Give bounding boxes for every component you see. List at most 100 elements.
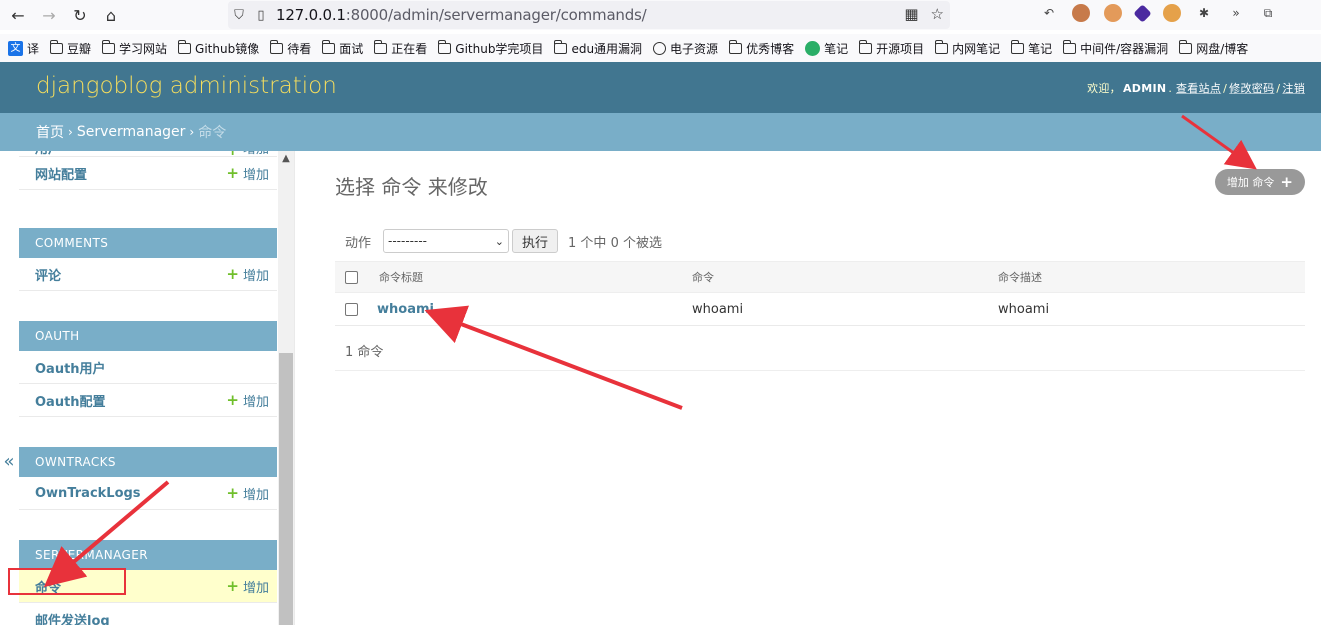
module-caption[interactable]: OAUTH xyxy=(19,321,277,351)
describe-cell: whoami xyxy=(998,301,1050,317)
chevron-down-icon: ⌄ xyxy=(494,234,505,248)
bookmark-item[interactable]: 面试 xyxy=(322,39,363,57)
module-caption[interactable]: COMMENTS xyxy=(19,228,277,258)
toggle-sidebar-icon[interactable]: « xyxy=(0,451,18,472)
bookmark-item[interactable]: Github学完项目 xyxy=(438,39,543,57)
bookmark-item[interactable]: 电子资源 xyxy=(653,40,718,57)
scroll-up-icon[interactable]: ▲ xyxy=(278,151,294,167)
add-link[interactable]: +增加 xyxy=(226,151,269,156)
extension-icon[interactable] xyxy=(1133,3,1152,23)
module-caption[interactable]: SERVERMANAGER xyxy=(19,540,277,570)
back-arrow-icon[interactable]: ← xyxy=(5,2,31,28)
breadcrumb: 首页 › Servermanager › 命令 xyxy=(0,113,1321,151)
module-oauth: OAUTH Oauth用户 Oauth配置 + 增加 xyxy=(19,321,277,417)
column-header-describe[interactable]: 命令描述 xyxy=(998,269,1298,285)
command-cell: whoami xyxy=(692,301,744,317)
breadcrumb-app[interactable]: Servermanager xyxy=(77,124,186,140)
view-site-link[interactable]: 查看站点 xyxy=(1176,82,1221,95)
run-action-button[interactable]: 执行 xyxy=(512,229,559,253)
url-bar[interactable]: ⛉ ▯ 127.0.0.1:8000/admin/servermanager/c… xyxy=(228,1,950,29)
extension-icon[interactable] xyxy=(1104,4,1122,22)
bookmark-item[interactable]: 笔记 xyxy=(805,40,848,57)
bookmark-item[interactable]: Github镜像 xyxy=(178,39,259,57)
command-title-link[interactable]: whoami xyxy=(369,302,692,317)
bookmark-item[interactable]: edu通用漏洞 xyxy=(554,39,642,57)
annotation-highlight-box xyxy=(8,568,126,595)
plus-icon: + xyxy=(226,151,239,156)
plus-icon: + xyxy=(226,577,239,595)
overflow-icon[interactable]: » xyxy=(1227,4,1245,22)
site-branding[interactable]: djangoblog administration xyxy=(36,73,337,99)
bookmark-item[interactable]: 中间件/容器漏洞 xyxy=(1063,39,1168,57)
extension-icon[interactable] xyxy=(1072,4,1090,22)
selection-counter: 1 个中 0 个被选 xyxy=(568,235,662,251)
extension-icon[interactable] xyxy=(1163,4,1181,22)
bookmark-item[interactable]: 笔记 xyxy=(1011,39,1052,57)
bookmark-item[interactable]: 学习网站 xyxy=(102,39,167,57)
sidebar-item-site-config[interactable]: 网站配置 + 增加 xyxy=(19,157,277,190)
column-header-command[interactable]: 命令 xyxy=(692,269,998,285)
add-link[interactable]: +增加 xyxy=(226,164,269,183)
change-password-link[interactable]: 修改密码 xyxy=(1229,82,1274,95)
sidebar-item-owntracklogs[interactable]: OwnTrackLogs + 增加 xyxy=(19,477,277,510)
scroll-thumb[interactable] xyxy=(279,353,293,625)
sidebar-item-email-log[interactable]: 邮件发送log xyxy=(19,603,277,625)
add-command-button[interactable]: 增加 命令 + xyxy=(1214,169,1305,195)
bug-icon[interactable]: ✱ xyxy=(1195,4,1213,22)
home-icon[interactable]: ⌂ xyxy=(98,2,124,28)
shield-icon: ⛉ xyxy=(234,7,244,23)
url-text[interactable]: 127.0.0.1:8000/admin/servermanager/comma… xyxy=(276,6,647,24)
sidebar-item-oauth-config[interactable]: Oauth配置 + 增加 xyxy=(19,384,277,417)
plus-icon: + xyxy=(1280,173,1293,191)
folder-icon xyxy=(374,39,388,54)
bookmark-item[interactable]: 内网笔记 xyxy=(935,39,1000,57)
sidebar-item-oauth-user[interactable]: Oauth用户 xyxy=(19,351,277,384)
bookmarks-bar: 文译豆瓣 学习网站 Github镜像 待看 面试 正在看 Github学完项目 edu通用漏洞… xyxy=(0,34,1321,62)
folder-icon xyxy=(270,39,284,54)
plus-icon: + xyxy=(226,484,239,502)
folder-icon xyxy=(50,39,64,54)
wechat-icon xyxy=(805,40,821,56)
undo-icon[interactable]: ↶ xyxy=(1040,4,1058,22)
folder-icon xyxy=(102,39,116,54)
row-checkbox[interactable] xyxy=(345,302,358,316)
folder-icon xyxy=(554,39,568,54)
user-tools: 欢迎， ADMIN. 查看站点 / 修改密码 / 注销 xyxy=(1087,82,1305,95)
bookmark-item[interactable]: 网盘/博客 xyxy=(1179,39,1248,57)
folder-icon xyxy=(438,39,452,54)
action-select[interactable]: --------- ⌄ xyxy=(383,229,510,253)
folder-icon xyxy=(178,39,192,54)
column-header-title[interactable]: 命令标题 xyxy=(369,269,692,285)
qr-code-icon[interactable]: ▦ xyxy=(904,5,918,23)
forward-arrow-icon[interactable]: → xyxy=(36,2,62,28)
select-all-checkbox[interactable] xyxy=(345,270,358,284)
bookmark-star-icon[interactable]: ☆ xyxy=(931,5,944,23)
bookmark-item[interactable]: 正在看 xyxy=(374,39,427,57)
sidebar-scrollbar[interactable]: ▲ xyxy=(278,151,294,625)
bookmark-item[interactable]: 开源项目 xyxy=(859,39,924,57)
bookmark-item[interactable]: 优秀博客 xyxy=(729,39,794,57)
breadcrumb-current: 命令 xyxy=(198,125,227,141)
add-link[interactable]: +增加 xyxy=(226,391,269,410)
actions-bar: 动作 --------- ⌄ 执行 1 个中 0 个被选 xyxy=(335,224,1305,258)
module-owntracks: OWNTRACKS OwnTrackLogs + 增加 xyxy=(19,447,277,510)
plus-icon: + xyxy=(226,391,239,409)
table-header: 命令标题 命令 命令描述 xyxy=(335,261,1305,293)
reload-icon[interactable]: ↻ xyxy=(67,2,93,28)
breadcrumb-home[interactable]: 首页 xyxy=(36,122,64,142)
translate-icon: 文 xyxy=(8,40,23,56)
folder-icon xyxy=(1011,39,1025,54)
extensions-puzzle-icon[interactable]: ⧉ xyxy=(1259,4,1277,22)
sidebar-item-comments[interactable]: 评论 + 增加 xyxy=(19,258,277,291)
add-link[interactable]: +增加 xyxy=(226,577,269,596)
bookmark-item[interactable]: 文译 xyxy=(8,40,39,57)
bookmark-item[interactable]: 待看 xyxy=(270,39,311,57)
module-caption[interactable]: OWNTRACKS xyxy=(19,447,277,477)
logout-link[interactable]: 注销 xyxy=(1282,82,1305,95)
bookmark-item[interactable]: 豆瓣 xyxy=(50,39,91,57)
actions-label: 动作 xyxy=(345,235,372,251)
folder-icon xyxy=(1179,39,1193,54)
table-row: whoami whoami whoami xyxy=(335,293,1305,326)
add-link[interactable]: +增加 xyxy=(226,484,269,503)
add-link[interactable]: +增加 xyxy=(226,265,269,284)
